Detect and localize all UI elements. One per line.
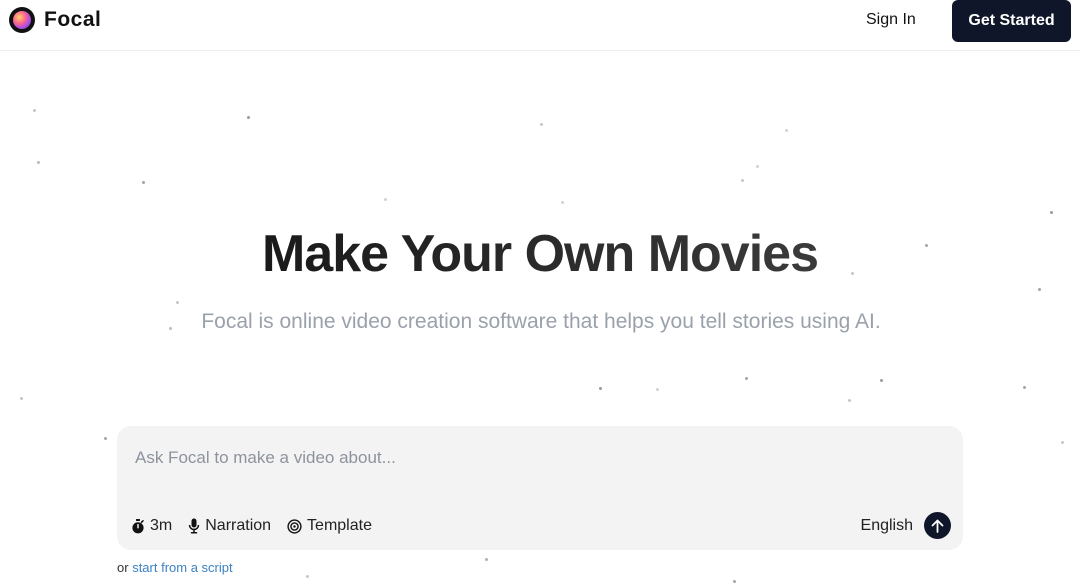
hero-title: Make Your Own Movies xyxy=(0,224,1080,284)
star-dot xyxy=(1061,441,1064,444)
target-icon xyxy=(287,518,302,534)
star-dot xyxy=(599,387,602,390)
star-dot xyxy=(785,129,788,132)
prompt-box: 3m Narration xyxy=(117,426,963,550)
star-dot xyxy=(384,198,387,201)
star-dot xyxy=(37,161,40,164)
star-dot xyxy=(561,201,564,204)
prompt-options: 3m Narration Template xyxy=(131,514,388,538)
star-dot xyxy=(485,558,488,561)
brand-name: Focal xyxy=(44,8,102,31)
star-dot xyxy=(142,181,145,184)
star-dot xyxy=(247,116,250,119)
star-dot xyxy=(741,179,744,182)
prompt-right-controls: English xyxy=(861,512,951,539)
star-dot xyxy=(880,379,883,382)
star-dot xyxy=(756,165,759,168)
hero-subtitle: Focal is online video creation software … xyxy=(201,310,881,333)
page: Focal Sign In Get Started Make Your Own … xyxy=(0,0,1080,585)
star-dot xyxy=(656,388,659,391)
star-dot xyxy=(33,109,36,112)
star-dot xyxy=(1023,386,1026,389)
star-dot xyxy=(745,377,748,380)
focal-logo-icon xyxy=(9,7,35,33)
send-button[interactable] xyxy=(924,512,951,539)
star-dot xyxy=(1038,288,1041,291)
duration-label: 3m xyxy=(150,517,173,534)
template-option[interactable]: Template xyxy=(287,517,372,535)
star-dot xyxy=(540,123,543,126)
start-from-script-link[interactable]: start from a script xyxy=(132,560,232,575)
star-dot xyxy=(1050,211,1053,214)
language-selector[interactable]: English xyxy=(861,517,913,535)
brand[interactable]: Focal xyxy=(9,6,101,34)
top-nav: Focal Sign In Get Started xyxy=(0,0,1080,51)
star-dot xyxy=(306,575,309,578)
narration-label: Narration xyxy=(205,517,272,534)
narration-option[interactable]: Narration xyxy=(188,517,271,535)
template-label: Template xyxy=(307,517,372,534)
star-dot xyxy=(176,301,179,304)
arrow-up-icon xyxy=(931,519,944,533)
microphone-icon xyxy=(188,518,200,534)
get-started-button[interactable]: Get Started xyxy=(952,0,1071,42)
star-dot xyxy=(848,399,851,402)
duration-option[interactable]: 3m xyxy=(131,517,172,535)
script-option-line: or start from a script xyxy=(117,560,233,575)
stopwatch-icon xyxy=(131,518,145,534)
star-dot xyxy=(733,580,736,583)
prompt-input[interactable] xyxy=(135,444,935,472)
star-dot xyxy=(104,437,107,440)
star-dot xyxy=(20,397,23,400)
sign-in-link[interactable]: Sign In xyxy=(866,8,916,32)
script-prefix: or xyxy=(117,560,129,575)
